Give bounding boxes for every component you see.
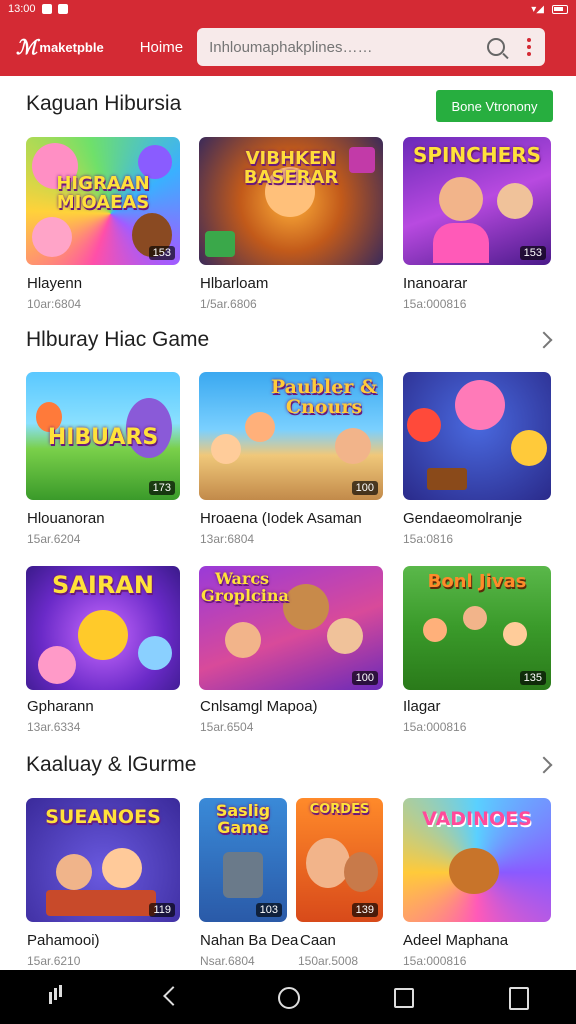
game-meta: 15a:000816: [403, 720, 467, 734]
rating-badge: 100: [351, 481, 378, 495]
more-options-icon[interactable]: [523, 38, 535, 56]
game-thumbnail[interactable]: [403, 372, 551, 500]
game-thumbnail[interactable]: SPINCHERS 153: [403, 137, 551, 265]
game-thumbnail[interactable]: Bonl Jivas 135: [403, 566, 551, 690]
notification-icon: [57, 4, 68, 14]
game-meta: Nsar.6804: [200, 954, 255, 968]
game-name[interactable]: Ilagar: [403, 698, 441, 715]
clock: 13:00: [8, 3, 36, 15]
app-logo[interactable]: ℳ maketpble: [16, 35, 104, 60]
rating-badge: 153: [519, 246, 546, 260]
game-name[interactable]: Cnlsamgl Mapoa): [200, 698, 318, 715]
back-icon[interactable]: [160, 984, 186, 1010]
game-meta: 150ar.5008: [298, 954, 359, 968]
game-name[interactable]: Hroaena (Iodek Asaman: [200, 510, 362, 527]
game-name[interactable]: Hlbarloam: [200, 275, 268, 292]
screenshot-icon[interactable]: [505, 984, 531, 1010]
game-thumbnail[interactable]: VIBHKEN BASERAR: [199, 137, 383, 265]
section-title: Kaguan Hibursia: [26, 92, 182, 115]
game-thumbnail[interactable]: Saslig Game 103: [199, 798, 287, 922]
chevron-right-icon[interactable]: [535, 331, 553, 349]
game-meta: 15ar.6504: [200, 720, 254, 734]
logo-text: maketpble: [39, 39, 104, 55]
thumbnail-title: VADINOES: [422, 808, 532, 831]
game-name[interactable]: Hlouanoran: [27, 510, 105, 527]
view-more-button[interactable]: Bone Vtronony: [436, 90, 553, 122]
thumbnail-title: Saslig Game: [215, 800, 271, 837]
logo-icon: ℳ: [16, 36, 38, 59]
game-meta: 15ar.6210: [27, 954, 81, 968]
game-meta: 13ar.6334: [27, 720, 81, 734]
battery-icon: [552, 4, 568, 14]
thumbnail-title: HIBUARS: [47, 424, 159, 450]
rating-badge: 103: [255, 903, 282, 917]
game-thumbnail[interactable]: SUEANOES 119: [26, 798, 180, 922]
rating-badge: 153: [148, 246, 175, 260]
game-thumbnail[interactable]: HIGRAAN MIOAEAS 153: [26, 137, 180, 265]
section-title: Hlburay Hiac Game: [26, 328, 210, 351]
thumbnail-title: SPINCHERS: [412, 142, 542, 167]
game-name[interactable]: Nahan Ba Dea: [200, 932, 298, 949]
home-icon[interactable]: [275, 984, 301, 1010]
game-name[interactable]: Inanoarar: [403, 275, 467, 292]
thumbnail-title: Bonl Jivas: [427, 571, 527, 593]
notification-icon: [41, 4, 52, 14]
game-meta: 15ar.6204: [27, 532, 81, 546]
section-title: Kaaluay & lGurme: [26, 753, 197, 776]
game-name[interactable]: Caan: [300, 932, 336, 949]
game-name[interactable]: Adeel Maphana: [403, 932, 508, 949]
search-bar[interactable]: [197, 28, 546, 66]
game-thumbnail[interactable]: Warcs Groplcina 100: [199, 566, 383, 690]
game-name[interactable]: Gendaeomolranje: [403, 510, 522, 527]
thumbnail-title: VIBHKEN BASERAR: [243, 147, 339, 188]
rating-badge: 139: [351, 903, 378, 917]
game-meta: 10ar:6804: [27, 297, 82, 311]
game-name[interactable]: Gpharann: [27, 698, 94, 715]
game-meta: 1/5ar.6806: [200, 297, 257, 311]
thumbnail-title: SAIRAN: [52, 571, 154, 600]
game-thumbnail[interactable]: SAIRAN: [26, 566, 180, 690]
game-meta: 15a:000816: [403, 954, 467, 968]
rating-badge: 119: [149, 903, 175, 917]
search-input[interactable]: [209, 38, 488, 56]
game-meta: 15a:0816: [403, 532, 454, 546]
thumbnail-title: CORDES: [309, 801, 370, 817]
chevron-right-icon[interactable]: [535, 756, 553, 774]
home-link[interactable]: Hoime: [140, 39, 183, 56]
system-nav-bar: [0, 970, 576, 1024]
game-name[interactable]: Pahamooi): [27, 932, 100, 949]
rating-badge: 100: [351, 671, 378, 685]
game-thumbnail[interactable]: Paubler & Cnours 100: [199, 372, 383, 500]
game-thumbnail[interactable]: CORDES 139: [296, 798, 383, 922]
rating-badge: 173: [148, 481, 175, 495]
status-bar: 13:00 ▾◢: [0, 0, 576, 18]
game-meta: 15a:000816: [403, 297, 467, 311]
rating-badge: 135: [519, 671, 546, 685]
signal-icon: ▾◢: [531, 3, 544, 15]
game-thumbnail[interactable]: VADINOES: [403, 798, 551, 922]
search-icon[interactable]: [487, 38, 506, 56]
game-meta: 13ar:6804: [200, 532, 255, 546]
stats-icon[interactable]: [45, 984, 71, 1010]
thumbnail-title: Warcs Groplcina: [201, 568, 289, 605]
app-bar: ℳ maketpble Hoime: [0, 18, 576, 76]
thumbnail-title: HIGRAAN MIOAEAS: [56, 173, 150, 214]
thumbnail-title: SUEANOES: [45, 805, 161, 828]
recent-apps-icon[interactable]: [390, 984, 416, 1010]
game-name[interactable]: Hlayenn: [27, 275, 82, 292]
thumbnail-title: Paubler & Cnours: [270, 376, 378, 419]
game-thumbnail[interactable]: HIBUARS 173: [26, 372, 180, 500]
